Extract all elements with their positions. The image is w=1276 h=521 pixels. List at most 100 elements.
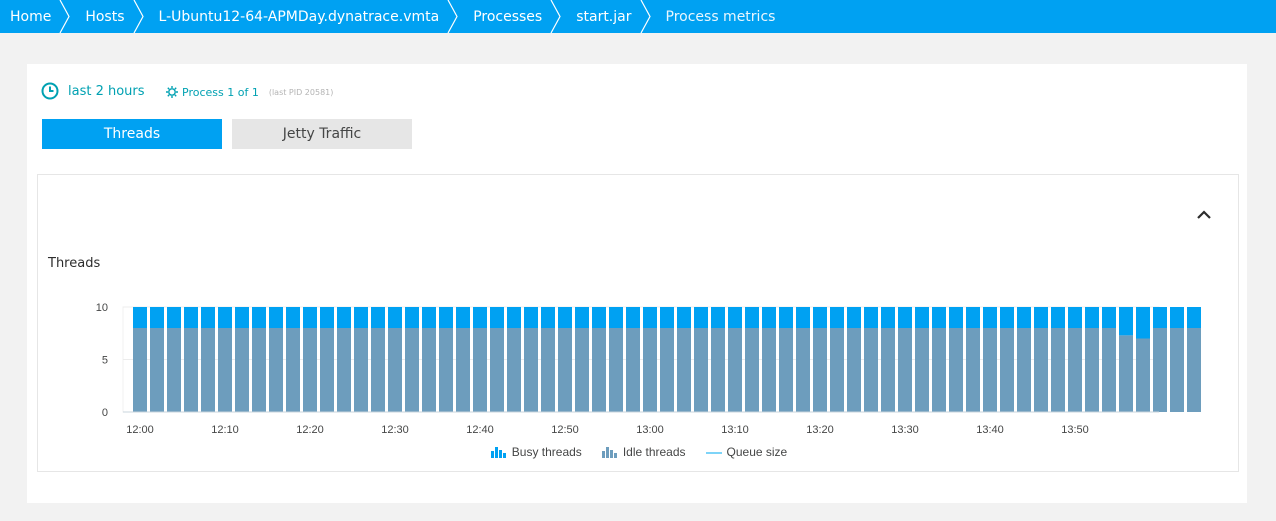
breadcrumb-item-process-metrics: Process metrics: [656, 0, 790, 33]
busy-threads-bar: [1136, 307, 1150, 339]
busy-threads-bar: [422, 307, 436, 328]
busy-threads-bar: [966, 307, 980, 328]
idle-threads-bar: [1153, 328, 1167, 412]
x-tick-label: 12:20: [296, 424, 324, 436]
bar-chart-icon: [601, 447, 617, 458]
x-tick-label: 13:40: [976, 424, 1004, 436]
breadcrumb-separator-icon: [59, 0, 71, 33]
busy-threads-bar: [626, 307, 640, 328]
breadcrumb-item-start-jar[interactable]: start.jar: [566, 0, 651, 33]
idle-threads-bar: [269, 328, 283, 412]
idle-threads-bar: [388, 328, 402, 412]
threads-chart-panel: Threads 0 5 10 12:00 12:10 12:20 12:30 12:40 12:…: [37, 174, 1239, 472]
busy-threads-bar: [575, 307, 589, 328]
busy-threads-bar: [745, 307, 759, 328]
busy-threads-bar: [830, 307, 844, 328]
busy-threads-bar: [235, 307, 249, 328]
legend-item-idle-threads[interactable]: Idle threads: [601, 445, 686, 459]
x-tick-label: 13:20: [806, 424, 834, 436]
breadcrumb-separator-icon: [132, 0, 145, 33]
breadcrumb-label: L-Ubuntu12-64-APMDay.dynatrace.vmta: [158, 8, 440, 25]
threads-chart: 0 5 10 12:00 12:10 12:20 12:30 12:40 12:50 13:00 1…: [96, 302, 1201, 436]
busy-threads-bar: [643, 307, 657, 328]
breadcrumb: Home Hosts L-Ubuntu12-64-APMDay.dynatrace.…: [0, 0, 1276, 33]
busy-threads-bar: [1119, 307, 1133, 336]
busy-threads-bar: [286, 307, 300, 328]
busy-threads-bar: [847, 307, 861, 328]
busy-threads-bar: [150, 307, 164, 328]
x-tick-label: 12:00: [126, 424, 154, 436]
idle-threads-bar: [133, 328, 147, 412]
timeframe-selector[interactable]: last 2 hours: [41, 82, 145, 100]
busy-threads-bar: [779, 307, 793, 328]
busy-threads-bar: [813, 307, 827, 328]
idle-threads-bar: [932, 328, 946, 412]
busy-threads-bar: [320, 307, 334, 328]
process-icon: [166, 86, 178, 98]
idle-threads-bar: [473, 328, 487, 412]
idle-threads-bar: [779, 328, 793, 412]
busy-threads-bar: [762, 307, 776, 328]
busy-threads-bar: [354, 307, 368, 328]
tab-jetty-traffic[interactable]: Jetty Traffic: [232, 119, 412, 149]
process-label: Process 1 of 1: [182, 85, 259, 99]
breadcrumb-separator-icon: [550, 0, 562, 33]
breadcrumb-item-processes[interactable]: Processes: [463, 0, 561, 33]
idle-threads-bar: [1170, 328, 1184, 412]
breadcrumb-item-hosts[interactable]: Hosts: [75, 0, 144, 33]
x-tick-label: 12:50: [551, 424, 579, 436]
breadcrumb-label: start.jar: [576, 8, 632, 25]
clock-icon: [41, 82, 59, 100]
idle-threads-bar: [881, 328, 895, 412]
busy-threads-bar: [524, 307, 538, 328]
busy-threads-bar: [371, 307, 385, 328]
busy-threads-bar: [507, 307, 521, 328]
idle-threads-bar: [252, 328, 266, 412]
bar-chart-icon: [490, 447, 506, 458]
tab-threads[interactable]: Threads: [42, 119, 222, 149]
busy-threads-bar: [711, 307, 725, 328]
busy-threads-bar: [337, 307, 351, 328]
idle-threads-bar: [303, 328, 317, 412]
idle-threads-bar: [184, 328, 198, 412]
idle-threads-bar: [1085, 328, 1099, 412]
busy-threads-bar: [728, 307, 742, 328]
timeframe-label: last 2 hours: [68, 83, 145, 99]
legend-label: Busy threads: [511, 445, 582, 459]
busy-threads-bar: [439, 307, 453, 328]
busy-threads-bar: [1051, 307, 1065, 328]
idle-threads-bar: [371, 328, 385, 412]
breadcrumb-label: Processes: [473, 8, 543, 25]
busy-threads-bar: [898, 307, 912, 328]
busy-threads-bar: [949, 307, 963, 328]
idle-threads-bar: [660, 328, 674, 412]
x-tick-label: 12:10: [211, 424, 239, 436]
busy-threads-bar: [1170, 307, 1184, 328]
line-icon: [705, 452, 722, 454]
process-selector[interactable]: Process 1 of 1 (last PID 20581): [165, 85, 333, 99]
legend-item-queue-size[interactable]: Queue size: [705, 445, 788, 459]
legend-item-busy-threads[interactable]: Busy threads: [490, 445, 582, 459]
legend-label: Queue size: [726, 445, 788, 459]
x-tick-label: 12:40: [466, 424, 494, 436]
breadcrumb-separator-icon: [639, 0, 652, 33]
idle-threads-bar: [711, 328, 725, 412]
breadcrumb-item-l-ubuntu12-64-apmday-dynatrace-vmta[interactable]: L-Ubuntu12-64-APMDay.dynatrace.vmta: [149, 0, 458, 33]
idle-threads-bar: [541, 328, 555, 412]
idle-threads-bar: [915, 328, 929, 412]
idle-threads-bar: [320, 328, 334, 412]
idle-threads-bar: [677, 328, 691, 412]
idle-threads-bar: [507, 328, 521, 412]
idle-threads-bar: [898, 328, 912, 412]
breadcrumb-label: Home: [10, 8, 52, 25]
idle-threads-bar: [983, 328, 997, 412]
busy-threads-bar: [694, 307, 708, 328]
busy-threads-bar: [201, 307, 215, 328]
busy-threads-bar: [473, 307, 487, 328]
busy-threads-bar: [796, 307, 810, 328]
breadcrumb-item-home[interactable]: Home: [0, 0, 71, 33]
idle-threads-bar: [405, 328, 419, 412]
y-tick-label: 10: [96, 302, 108, 314]
busy-threads-bar: [269, 307, 283, 328]
idle-threads-bar: [745, 328, 759, 412]
